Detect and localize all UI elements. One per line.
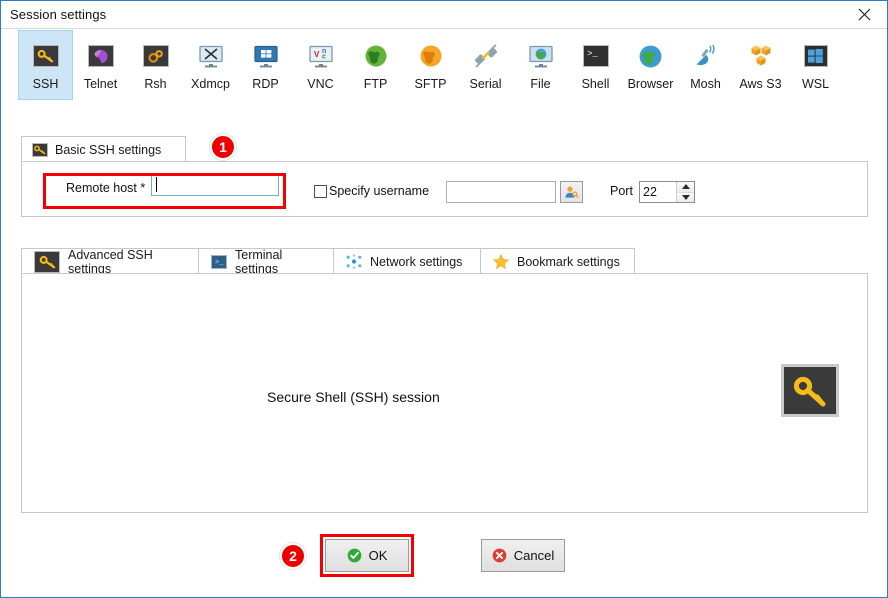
username-input[interactable]	[446, 181, 556, 203]
monitor-globe-icon	[525, 40, 557, 72]
protocol-ssh[interactable]: SSH	[18, 30, 73, 100]
protocol-label: SFTP	[414, 77, 447, 91]
key-icon	[32, 142, 48, 157]
remote-host-input[interactable]	[151, 173, 279, 196]
remote-host-input-wrap	[151, 173, 279, 196]
protocol-rdp[interactable]: RDP	[238, 30, 293, 100]
check-circle-icon	[347, 548, 362, 563]
basic-settings-panel: Remote host * Specify username Port 22	[21, 161, 868, 217]
aws-cubes-icon	[745, 40, 777, 72]
remote-host-label: Remote host *	[66, 181, 146, 195]
protocol-label: VNC	[307, 77, 334, 91]
port-label: Port	[610, 184, 633, 198]
protocol-telnet[interactable]: Telnet	[73, 30, 128, 100]
annotation-badge-2: 2	[280, 543, 306, 569]
port-value[interactable]: 22	[640, 182, 676, 202]
cancel-button-label: Cancel	[513, 548, 555, 563]
cancel-button[interactable]: Cancel	[481, 539, 565, 572]
protocol-label: FTP	[363, 77, 388, 91]
basic-tabstrip: Basic SSH settings	[21, 136, 866, 162]
protocol-browser[interactable]: Browser	[623, 30, 678, 100]
protocol-mosh[interactable]: Mosh	[678, 30, 733, 100]
ok-button-label: OK	[368, 548, 388, 563]
protocol-label: Shell	[581, 77, 610, 91]
monitor-x-icon	[195, 40, 227, 72]
session-settings-dialog: Session settings SSH Telnet Rsh Xdmcp RDP Vn c…	[0, 0, 888, 598]
gears-icon	[140, 40, 172, 72]
protocol-vnc[interactable]: Vn c VNC	[293, 30, 348, 100]
svg-text:V: V	[314, 50, 320, 59]
protocol-label: RDP	[252, 77, 279, 91]
protocol-label: Aws S3	[739, 77, 782, 91]
protocol-aws-s3[interactable]: Aws S3	[733, 30, 788, 100]
protocol-wsl[interactable]: WSL	[788, 30, 843, 100]
port-stepper[interactable]: 22	[639, 181, 695, 203]
tab-bookmark-settings[interactable]: Bookmark settings	[480, 248, 635, 274]
terminal-blue-icon: >_	[211, 254, 227, 269]
window-title: Session settings	[10, 7, 107, 22]
protocol-serial[interactable]: Serial	[458, 30, 513, 100]
x-circle-icon	[492, 548, 507, 563]
tab-basic-ssh-settings-label: Basic SSH settings	[55, 142, 162, 157]
big-key-icon	[781, 364, 839, 417]
protocol-label: WSL	[801, 77, 830, 91]
tab-label: Terminal settings	[235, 247, 283, 276]
tab-network-settings[interactable]: Network settings	[333, 248, 481, 274]
protocol-rsh[interactable]: Rsh	[128, 30, 183, 100]
session-content-panel: Secure Shell (SSH) session	[21, 273, 868, 513]
text-caret	[156, 177, 157, 192]
tab-terminal-settings[interactable]: >_ Terminal settings	[198, 247, 334, 276]
tab-label: Bookmark settings	[517, 254, 620, 269]
protocol-label: Telnet	[83, 77, 118, 91]
protocol-label: Serial	[469, 77, 502, 91]
tab-label: Advanced SSH settings	[68, 247, 153, 276]
protocol-label: SSH	[32, 77, 59, 91]
key-icon	[30, 40, 62, 72]
svg-text:c: c	[322, 53, 326, 60]
secondary-tabstrip: Advanced SSH settings >_ Terminal settings…	[21, 247, 868, 276]
user-key-icon[interactable]	[560, 181, 583, 203]
port-increment-button[interactable]	[677, 182, 694, 193]
port-decrement-button[interactable]	[677, 192, 694, 202]
plug-icon	[470, 40, 502, 72]
globe-green-icon	[360, 40, 392, 72]
network-dots-icon	[346, 254, 362, 269]
specify-username-label: Specify username	[329, 184, 430, 198]
protocol-xdmcp[interactable]: Xdmcp	[183, 30, 238, 100]
protocol-sftp[interactable]: SFTP	[403, 30, 458, 100]
key-icon	[34, 250, 60, 273]
protocol-shell[interactable]: >_ Shell	[568, 30, 623, 100]
protocol-file[interactable]: File	[513, 30, 568, 100]
protocol-label: Xdmcp	[191, 77, 230, 91]
protocol-label: Rsh	[144, 77, 167, 91]
svg-text:>_: >_	[215, 259, 224, 266]
globe-orange-icon	[415, 40, 447, 72]
protocol-toolbar: SSH Telnet Rsh Xdmcp RDP Vn c VNC FTP SFTP Serial F…	[1, 30, 887, 118]
globe-blue-icon	[635, 40, 667, 72]
svg-text:>_: >_	[587, 49, 598, 59]
protocol-label: Mosh	[690, 77, 721, 91]
protocol-label: Browser	[627, 77, 674, 91]
ok-button[interactable]: OK	[325, 539, 409, 572]
telnet-gem-icon	[85, 40, 117, 72]
port-stepper-arrows[interactable]	[676, 182, 694, 202]
annotation-badge-1: 1	[210, 134, 236, 160]
satellite-icon	[690, 40, 722, 72]
terminal-icon: >_	[580, 40, 612, 72]
close-icon[interactable]	[842, 1, 887, 28]
tab-basic-ssh-settings[interactable]: Basic SSH settings	[21, 136, 186, 162]
star-icon	[493, 254, 509, 269]
title-bar: Session settings	[1, 1, 887, 29]
tab-advanced-ssh-settings[interactable]: Advanced SSH settings	[21, 247, 199, 276]
monitor-vnc-icon: Vnc	[305, 40, 337, 72]
protocol-ftp[interactable]: FTP	[348, 30, 403, 100]
monitor-windows-icon	[250, 40, 282, 72]
windows-icon	[800, 40, 832, 72]
tab-label: Network settings	[370, 254, 463, 269]
protocol-label: File	[530, 77, 551, 91]
specify-username-checkbox[interactable]	[314, 185, 327, 198]
session-description: Secure Shell (SSH) session	[267, 389, 440, 405]
